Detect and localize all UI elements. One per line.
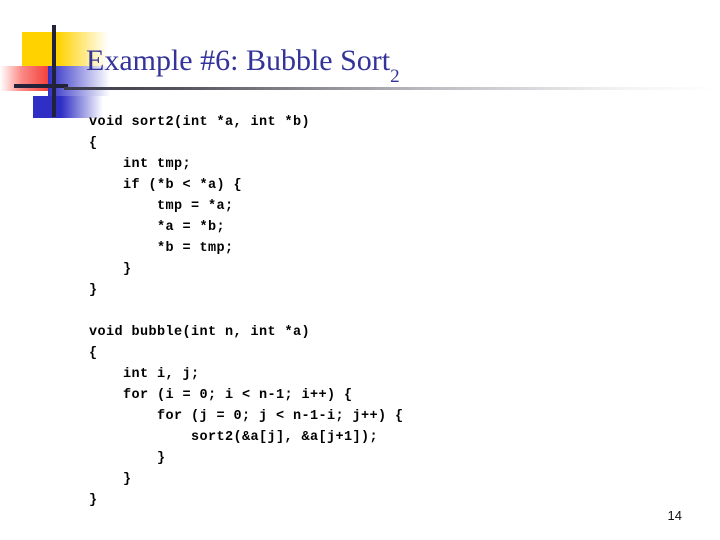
code-block: void sort2(int *a, int *b) { int tmp; if … — [89, 112, 404, 511]
code-line: *b = tmp; — [89, 241, 234, 256]
logo-yellow-square — [22, 32, 58, 70]
logo-red-gradient-band — [0, 66, 48, 91]
slide-title: Example #6: Bubble Sort2 — [86, 42, 400, 91]
code-line: tmp = *a; — [89, 199, 234, 214]
code-line: void bubble(int n, int *a) — [89, 325, 311, 340]
code-line: if (*b < *a) { — [89, 178, 243, 193]
code-line: for (i = 0; i < n-1; i++) { — [89, 388, 353, 403]
code-line: for (j = 0; j < n-1-i; j++) { — [89, 409, 404, 424]
code-line: } — [89, 493, 98, 508]
code-line: } — [89, 262, 132, 277]
code-line: } — [89, 472, 132, 487]
code-line: sort2(&a[j], &a[j+1]); — [89, 430, 379, 445]
logo-horizontal-bar — [14, 84, 68, 88]
title-divider-rule — [64, 87, 716, 90]
logo-vertical-bar — [52, 25, 56, 117]
slide-title-text: Example #6: Bubble Sort — [86, 44, 391, 77]
code-line: { — [89, 136, 98, 151]
logo-blue-square — [33, 96, 61, 118]
code-line: *a = *b; — [89, 220, 226, 235]
code-line: void sort2(int *a, int *b) — [89, 115, 311, 130]
code-line: int tmp; — [89, 157, 192, 172]
code-line: int i, j; — [89, 367, 200, 382]
code-line: { — [89, 346, 98, 361]
code-line: } — [89, 283, 98, 298]
code-line: } — [89, 451, 166, 466]
slide-title-subscript: 2 — [390, 66, 400, 87]
page-number: 14 — [667, 508, 682, 523]
